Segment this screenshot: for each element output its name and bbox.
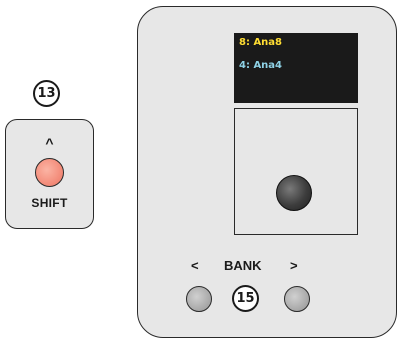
shift-panel: ^ SHIFT: [5, 119, 94, 229]
bank-prev-button[interactable]: [186, 286, 212, 312]
bank-next-button[interactable]: [284, 286, 310, 312]
bank-prev-arrow-icon: <: [191, 258, 199, 273]
encoder-knob[interactable]: [276, 175, 312, 211]
display-line-2: 4: Ana4: [239, 60, 283, 71]
callout-13: 13: [33, 80, 60, 107]
encoder-pad: [234, 108, 358, 235]
bank-next-arrow-icon: >: [290, 258, 298, 273]
shift-label: SHIFT: [31, 196, 68, 210]
shift-button[interactable]: [35, 158, 64, 187]
oled-display: 8: Ana8 4: Ana4: [234, 33, 358, 103]
bank-label: BANK: [224, 258, 262, 273]
callout-15: 15: [232, 285, 259, 312]
display-line-1: 8: Ana8: [239, 37, 283, 48]
caret-up-icon: ^: [45, 135, 54, 151]
